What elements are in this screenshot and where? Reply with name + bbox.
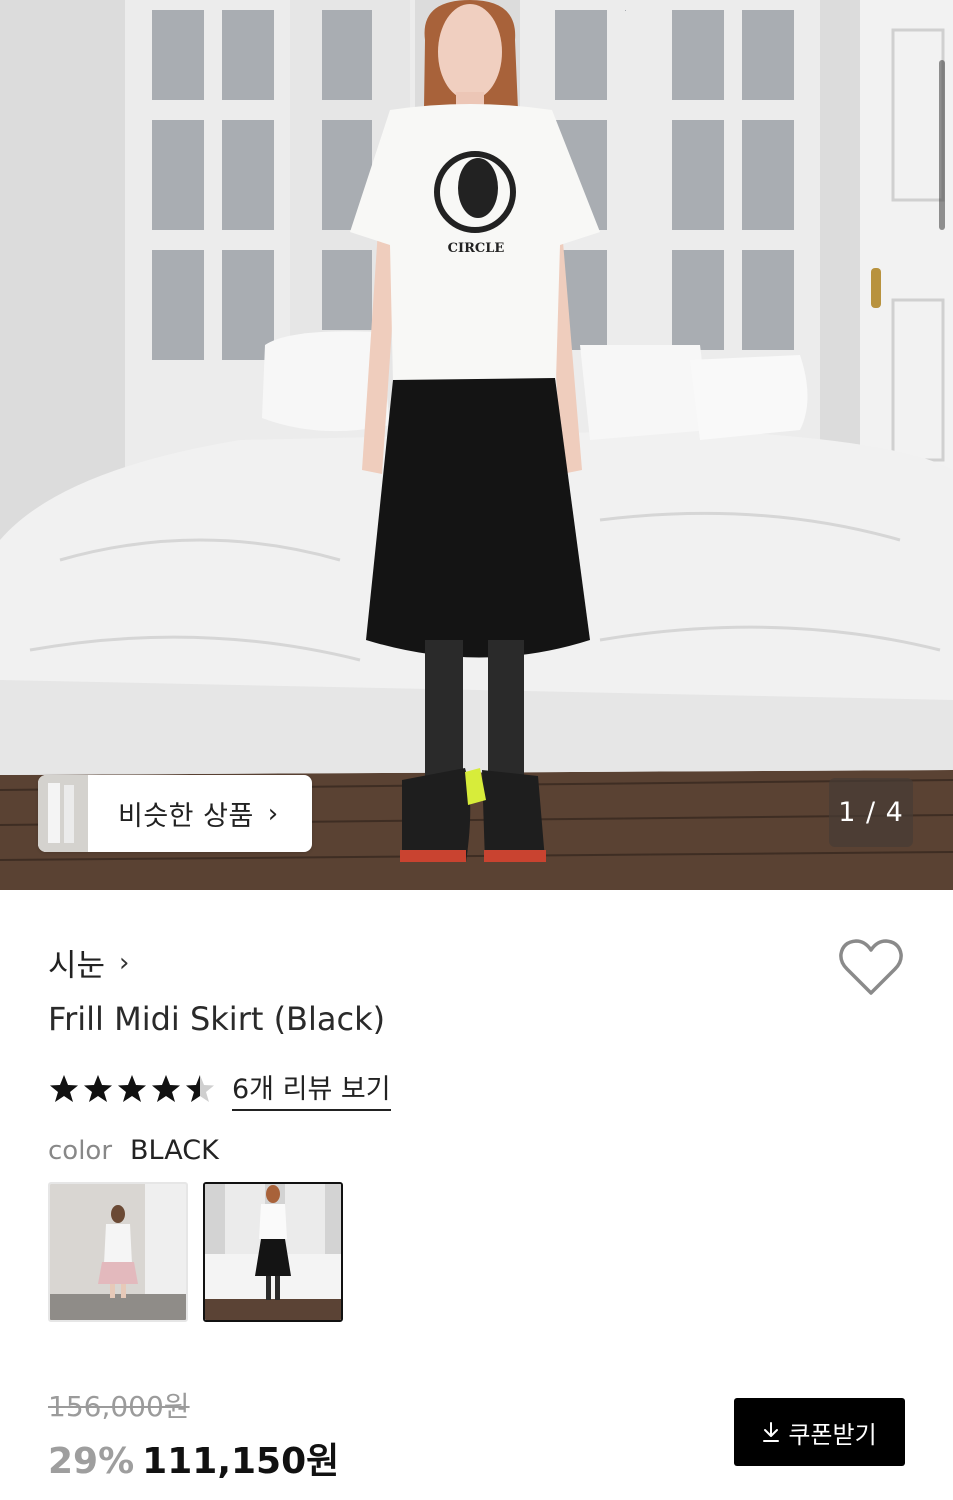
star-rating (48, 1074, 218, 1104)
coupon-button-label: 쿠폰받기 (788, 1420, 877, 1449)
product-title: Frill Midi Skirt (Black) (48, 1000, 386, 1038)
image-counter: 1 / 4 (829, 778, 913, 847)
color-label: color (48, 1136, 113, 1166)
coupon-download-button[interactable]: 쿠폰받기 (734, 1398, 905, 1466)
star-icon (50, 1075, 78, 1102)
rating-row: 6개 리뷰 보기 (48, 1067, 391, 1111)
brand-link[interactable]: 시눈 › (48, 940, 129, 985)
tshirt-print-text: CIRCLE (448, 241, 505, 256)
brand-name: 시눈 (48, 948, 106, 984)
color-row: color BLACK (48, 1135, 219, 1166)
chevron-right-icon: › (267, 798, 279, 829)
star-icon (186, 1075, 214, 1102)
scrollbar[interactable] (939, 60, 945, 230)
similar-products-thumbnail (38, 775, 88, 852)
product-photo[interactable]: CIRCLE 비슷한 상품 › 1 / 4 (0, 0, 953, 890)
star-icon (84, 1075, 112, 1102)
star-icon (118, 1075, 146, 1102)
chevron-right-icon: › (119, 947, 130, 978)
wishlist-heart-icon[interactable] (838, 938, 904, 998)
product-photo-image: CIRCLE (0, 0, 953, 890)
similar-products-label: 비슷한 상품 (118, 801, 254, 832)
original-price: 156,000원 (48, 1390, 190, 1423)
discount-rate: 29% (48, 1441, 135, 1482)
review-link[interactable]: 6개 리뷰 보기 (232, 1067, 391, 1111)
color-value: BLACK (130, 1135, 219, 1166)
color-option-thumbnail[interactable] (48, 1182, 188, 1322)
color-option-thumbnail-selected[interactable] (203, 1182, 343, 1322)
price-row: 29% 111,150원 (48, 1432, 339, 1484)
download-icon (762, 1421, 780, 1443)
star-icon (152, 1075, 180, 1102)
similar-products-button[interactable]: 비슷한 상품 › (38, 775, 312, 852)
sale-price: 111,150원 (142, 1441, 340, 1482)
